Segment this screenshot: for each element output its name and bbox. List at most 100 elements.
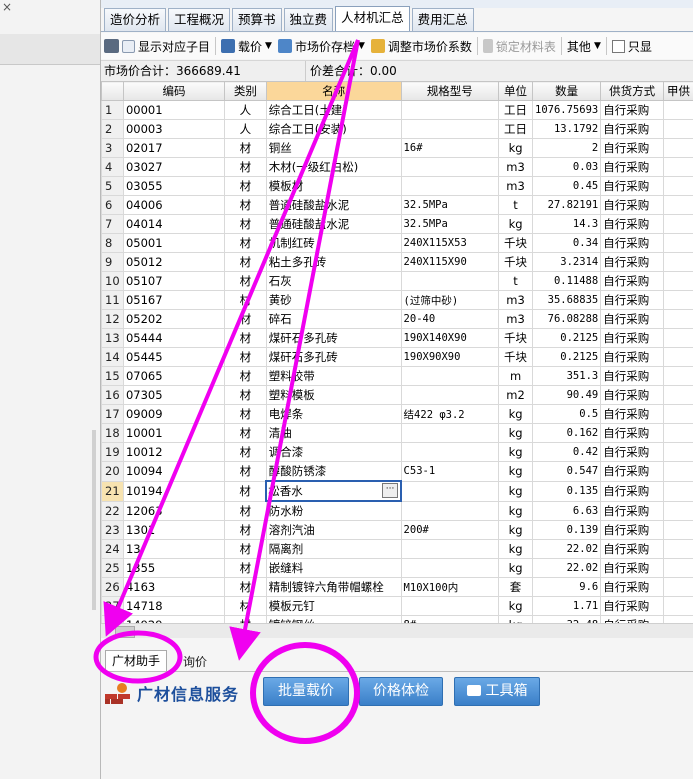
cell-supply[interactable]: 自行采购: [600, 138, 665, 158]
table-row[interactable]: 15 07065 材 塑料胶带 m 351.3 自行采购: [101, 366, 693, 386]
cell-quantity[interactable]: 9.6: [531, 577, 602, 597]
row-number[interactable]: 4: [101, 157, 124, 177]
cell-category[interactable]: 材: [224, 539, 267, 559]
cell-quantity[interactable]: 351.3: [531, 366, 602, 386]
table-row[interactable]: 24 13 材 隔离剂 kg 22.02 自行采购: [101, 539, 693, 559]
cell-unit[interactable]: kg: [498, 214, 533, 234]
cell-supply[interactable]: 自行采购: [600, 328, 665, 348]
table-row[interactable]: 21 10194 材 松香水 ··· kg 0.135 自行采购: [101, 480, 693, 502]
row-number[interactable]: 9: [101, 252, 124, 272]
cell-name[interactable]: 石灰: [265, 271, 402, 291]
cell-supply[interactable]: 自行采购: [600, 309, 665, 329]
cell-name[interactable]: 隔离剂: [265, 539, 402, 559]
row-number[interactable]: 27: [101, 596, 124, 616]
cell-category[interactable]: 材: [224, 138, 267, 158]
cell-quantity[interactable]: 0.2125: [531, 328, 602, 348]
table-row[interactable]: 19 10012 材 调合漆 kg 0.42 自行采购: [101, 442, 693, 462]
cell-unit[interactable]: t: [498, 195, 533, 215]
table-row[interactable]: 4 03027 材 木材(一级红白松) m3 0.03 自行采购: [101, 157, 693, 177]
ellipsis-button[interactable]: ···: [382, 483, 399, 498]
cell-unit[interactable]: kg: [498, 558, 533, 578]
row-number[interactable]: 12: [101, 309, 124, 329]
cell-name[interactable]: 塑料模板: [265, 385, 402, 405]
cell-spec[interactable]: 190X90X90: [400, 347, 500, 367]
row-number[interactable]: 6: [101, 195, 124, 215]
other-menu-button[interactable]: 其他 ▼: [564, 35, 604, 57]
table-row[interactable]: 12 05202 材 碎石 20-40 m3 76.08288 自行采购: [101, 309, 693, 329]
cell-spec[interactable]: [400, 500, 500, 521]
cell-category[interactable]: 材: [224, 500, 267, 521]
cell-quantity[interactable]: 32.48: [531, 615, 602, 623]
cell-owner-supply[interactable]: [663, 461, 693, 482]
row-number[interactable]: 2: [101, 119, 124, 139]
cell-owner-supply[interactable]: [663, 214, 693, 234]
cell-owner-supply[interactable]: [663, 100, 693, 120]
tab-material-helper[interactable]: 广材助手: [105, 650, 168, 672]
cell-supply[interactable]: 自行采购: [600, 539, 665, 559]
cell-supply[interactable]: 自行采购: [600, 500, 665, 521]
show-sub-button[interactable]: 显示对应子目: [101, 35, 213, 57]
cell-category[interactable]: 人: [224, 119, 267, 139]
row-number[interactable]: 23: [101, 520, 124, 540]
cell-category[interactable]: 材: [224, 577, 267, 597]
cell-owner-supply[interactable]: [663, 157, 693, 177]
price-check-button[interactable]: 价格体检: [359, 677, 443, 706]
cell-category[interactable]: 材: [224, 176, 267, 196]
cell-quantity[interactable]: 1076.75693: [531, 100, 602, 120]
cell-code[interactable]: 14929: [122, 615, 226, 623]
cell-spec[interactable]: 240X115X53: [400, 233, 500, 253]
cell-spec[interactable]: 240X115X90: [400, 252, 500, 272]
cell-category[interactable]: 材: [224, 252, 267, 272]
cell-code[interactable]: 00003: [122, 119, 226, 139]
table-row[interactable]: 11 05167 材 黄砂 (过筛中砂) m3 35.68835 自行采购: [101, 290, 693, 310]
tab-labor-material-summary[interactable]: 人材机汇总: [335, 6, 410, 31]
cell-code[interactable]: 05012: [122, 252, 226, 272]
cell-unit[interactable]: 千块: [498, 252, 533, 272]
cell-supply[interactable]: 自行采购: [600, 252, 665, 272]
cell-code[interactable]: 10012: [122, 442, 226, 462]
cell-supply[interactable]: 自行采购: [600, 366, 665, 386]
cell-spec[interactable]: [400, 100, 500, 120]
table-row[interactable]: 20 10094 材 醇酸防锈漆 C53-1 kg 0.547 自行采购: [101, 461, 693, 482]
tab-project-overview[interactable]: 工程概况: [168, 8, 231, 31]
cell-supply[interactable]: 自行采购: [600, 423, 665, 443]
cell-code[interactable]: 4163: [122, 577, 226, 597]
cell-unit[interactable]: 千块: [498, 233, 533, 253]
cell-category[interactable]: 材: [224, 520, 267, 540]
cell-owner-supply[interactable]: [663, 347, 693, 367]
table-row[interactable]: 13 05444 材 煤矸石多孔砖 190X140X90 千块 0.2125 自行采购: [101, 328, 693, 348]
cell-code[interactable]: 07305: [122, 385, 226, 405]
tab-cost-analysis[interactable]: 造价分析: [104, 8, 167, 31]
cell-name[interactable]: 防水粉: [265, 500, 402, 521]
cell-supply[interactable]: 自行采购: [600, 176, 665, 196]
cell-name[interactable]: 铜丝: [265, 138, 402, 158]
cell-name[interactable]: 普通硅酸盐水泥: [265, 214, 402, 234]
cell-spec[interactable]: C53-1: [400, 461, 500, 482]
cell-owner-supply[interactable]: [663, 500, 693, 521]
cell-spec[interactable]: [400, 157, 500, 177]
cell-unit[interactable]: kg: [498, 138, 533, 158]
cell-name[interactable]: 嵌缝料: [265, 558, 402, 578]
col-header-quantity[interactable]: 数量: [531, 81, 602, 101]
cell-quantity[interactable]: 13.1792: [531, 119, 602, 139]
cell-spec[interactable]: [400, 119, 500, 139]
cell-unit[interactable]: m3: [498, 309, 533, 329]
cell-unit[interactable]: kg: [498, 520, 533, 540]
cell-unit[interactable]: m3: [498, 157, 533, 177]
row-number[interactable]: 26: [101, 577, 124, 597]
cell-name[interactable]: 煤矸石多孔砖: [265, 328, 402, 348]
cell-spec[interactable]: (过筛中砂): [400, 290, 500, 310]
cell-owner-supply[interactable]: [663, 271, 693, 291]
cell-owner-supply[interactable]: [663, 366, 693, 386]
cell-quantity[interactable]: 6.63: [531, 500, 602, 521]
cell-spec[interactable]: [400, 480, 500, 502]
cell-spec[interactable]: [400, 366, 500, 386]
close-icon[interactable]: ×: [2, 0, 12, 14]
row-number[interactable]: 8: [101, 233, 124, 253]
cell-quantity[interactable]: 0.34: [531, 233, 602, 253]
table-row[interactable]: 5 03055 材 模板材 m3 0.45 自行采购: [101, 176, 693, 196]
cell-owner-supply[interactable]: [663, 442, 693, 462]
col-header-supply[interactable]: 供货方式: [600, 81, 665, 101]
cell-quantity[interactable]: 3.2314: [531, 252, 602, 272]
cell-name[interactable]: 清油: [265, 423, 402, 443]
